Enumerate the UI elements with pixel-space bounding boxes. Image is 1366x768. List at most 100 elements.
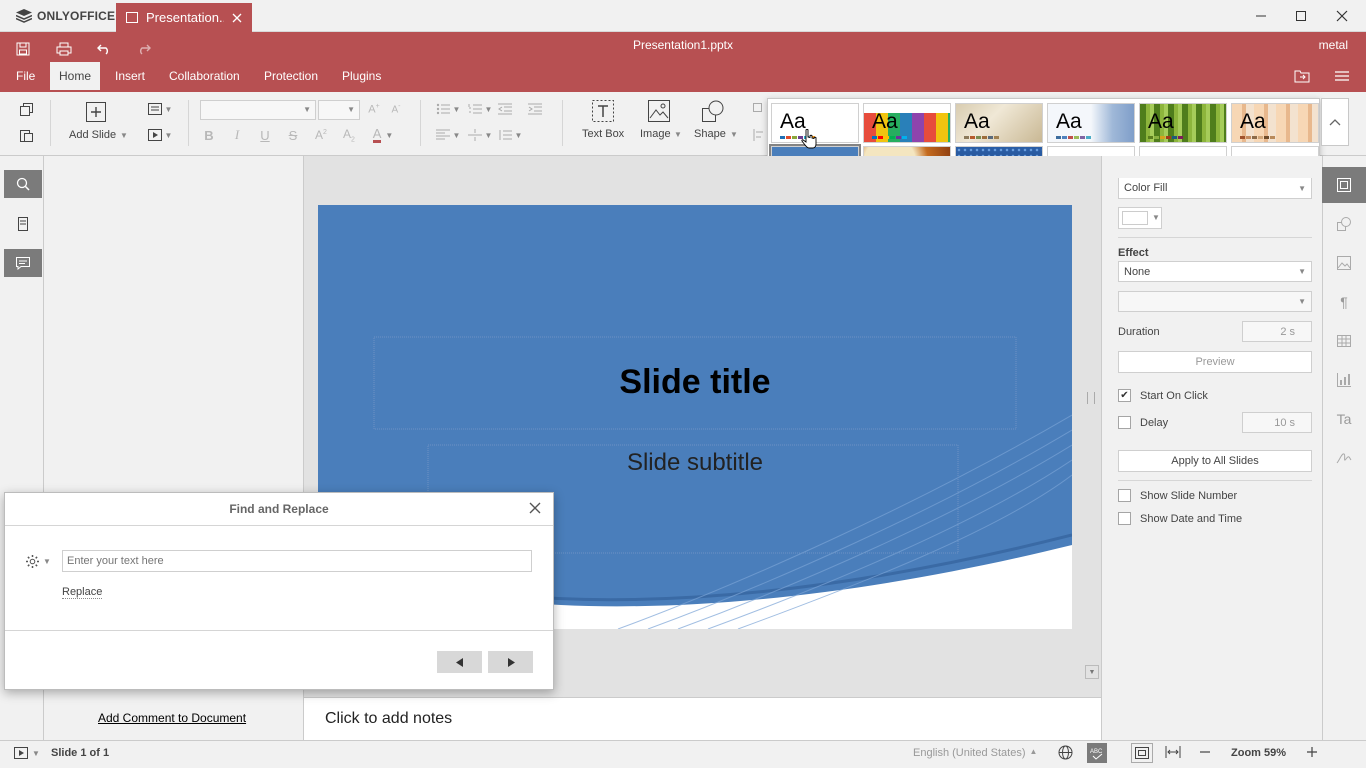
tab-collaboration[interactable]: Collaboration xyxy=(160,62,249,90)
slide-settings-button[interactable] xyxy=(1322,167,1366,203)
increase-indent-button[interactable] xyxy=(526,100,544,118)
image-settings-button[interactable] xyxy=(1322,245,1366,281)
change-layout-button[interactable]: ▼ xyxy=(146,100,174,118)
document-tab[interactable]: Presentation... xyxy=(116,3,252,32)
delay-checkbox[interactable]: Delay xyxy=(1118,416,1168,429)
theme-thumbnail[interactable]: Aa xyxy=(955,103,1043,143)
insert-text-box-button[interactable]: Text Box xyxy=(578,98,628,148)
effect-type-select[interactable]: ▼ xyxy=(1118,291,1312,312)
increase-font-icon: A+ xyxy=(368,102,380,116)
fit-to-slide-button[interactable] xyxy=(1131,743,1153,763)
preview-button[interactable]: Preview xyxy=(1118,351,1312,373)
zoom-out-button[interactable] xyxy=(1199,746,1213,760)
presentation-icon xyxy=(126,12,138,23)
tab-plugins[interactable]: Plugins xyxy=(333,62,390,90)
search-sidebar-button[interactable] xyxy=(4,170,42,198)
theme-color-swatches xyxy=(1240,136,1275,139)
theme-thumbnail[interactable]: Aa xyxy=(863,103,951,143)
align-shape-button[interactable] xyxy=(752,126,766,144)
vertical-align-button[interactable]: ▼ xyxy=(466,126,494,144)
horizontal-align-button[interactable]: ▼ xyxy=(434,126,462,144)
underline-button[interactable]: U xyxy=(256,126,274,144)
increase-font-button[interactable]: A+ xyxy=(366,100,382,118)
close-tab-icon[interactable] xyxy=(232,13,242,23)
line-spacing-button[interactable]: ▼ xyxy=(496,126,524,144)
decrease-indent-button[interactable] xyxy=(496,100,514,118)
tab-protection[interactable]: Protection xyxy=(255,62,327,90)
checkbox-icon xyxy=(1118,489,1131,502)
minimize-button[interactable] xyxy=(1240,0,1282,32)
insert-image-button[interactable]: Image ▼ xyxy=(638,98,686,148)
add-slide-button[interactable]: Add Slide ▼ xyxy=(62,100,132,148)
text-art-settings-button[interactable]: Ta xyxy=(1322,401,1366,437)
shape-settings-button[interactable] xyxy=(1322,206,1366,242)
notes-placeholder[interactable]: Click to add notes xyxy=(325,710,452,728)
arrow-right-icon xyxy=(507,657,515,667)
fit-to-width-button[interactable] xyxy=(1165,746,1183,760)
apply-to-all-slides-button[interactable]: Apply to All Slides xyxy=(1118,450,1312,472)
tab-file[interactable]: File xyxy=(7,62,44,90)
chevron-down-icon: ▼ xyxy=(1152,213,1160,222)
duration-spinner[interactable]: 2 s xyxy=(1242,321,1312,342)
maximize-button[interactable] xyxy=(1280,0,1322,32)
tab-insert[interactable]: Insert xyxy=(106,62,154,90)
play-slideshow-button[interactable]: ▼ xyxy=(14,747,40,759)
numbering-button[interactable]: ▼ xyxy=(466,100,494,118)
superscript-button[interactable]: A2 xyxy=(312,126,330,144)
start-slideshow-button[interactable]: ▼ xyxy=(146,126,174,144)
copy-button[interactable] xyxy=(16,100,36,118)
theme-thumbnail[interactable]: Aa xyxy=(1139,103,1227,143)
close-window-button[interactable] xyxy=(1321,0,1363,32)
signature-settings-button[interactable] xyxy=(1322,440,1366,476)
vertical-scrollbar-thumb[interactable] xyxy=(1087,392,1095,404)
tab-home[interactable]: Home xyxy=(50,62,101,90)
app-brand: ONLYOFFICE xyxy=(16,0,115,32)
replace-link[interactable]: Replace xyxy=(62,586,103,599)
effect-select[interactable]: None ▼ xyxy=(1118,261,1312,282)
search-options-button[interactable]: ▼ xyxy=(25,554,51,569)
add-comment-to-document-link[interactable]: Add Comment to Document xyxy=(98,711,246,725)
paragraph-settings-button[interactable]: ¶ xyxy=(1322,284,1366,320)
spell-check-button[interactable]: ABC xyxy=(1087,743,1107,763)
chart-settings-button[interactable] xyxy=(1322,362,1366,398)
comments-sidebar-button[interactable] xyxy=(4,249,42,277)
font-name-select[interactable]: ▼ xyxy=(200,100,316,120)
find-next-button[interactable] xyxy=(488,651,533,673)
show-slide-number-checkbox[interactable]: Show Slide Number xyxy=(1118,489,1237,502)
scroll-next-slide-button[interactable]: ▼ xyxy=(1085,665,1099,679)
italic-button[interactable]: I xyxy=(228,126,246,144)
set-document-language-button[interactable] xyxy=(1058,745,1074,761)
show-date-time-checkbox[interactable]: Show Date and Time xyxy=(1118,512,1242,525)
find-text-input[interactable] xyxy=(62,550,532,572)
slides-sidebar-button[interactable] xyxy=(4,210,42,238)
collapse-themes-button[interactable] xyxy=(1321,98,1349,146)
fill-type-select[interactable]: Color Fill ▼ xyxy=(1118,178,1312,199)
fill-color-picker[interactable]: ▼ xyxy=(1118,207,1162,229)
dialog-close-button[interactable] xyxy=(529,502,543,516)
font-color-button[interactable]: A ▼ xyxy=(368,126,398,144)
slide-title[interactable]: Slide title xyxy=(318,363,1072,402)
find-previous-button[interactable] xyxy=(437,651,482,673)
theme-thumbnail[interactable]: Aa xyxy=(1231,103,1319,143)
view-settings-button[interactable] xyxy=(1328,64,1356,88)
insert-shape-button[interactable]: Shape ▼ xyxy=(692,98,742,148)
app-header: Presentation1.pptx metal File Home Inser… xyxy=(0,32,1366,92)
language-select[interactable]: English (United States) ▲ xyxy=(913,747,1037,759)
decrease-font-button[interactable]: A- xyxy=(388,100,404,118)
paste-button[interactable] xyxy=(16,126,36,144)
bold-button[interactable]: B xyxy=(200,126,218,144)
delay-spinner[interactable]: 10 s xyxy=(1242,412,1312,433)
bullets-button[interactable]: ▼ xyxy=(434,100,462,118)
theme-color-swatch xyxy=(1068,136,1073,139)
open-file-location-button[interactable] xyxy=(1288,64,1316,88)
arrange-button[interactable] xyxy=(752,100,766,118)
zoom-in-button[interactable] xyxy=(1306,746,1320,760)
table-settings-button[interactable] xyxy=(1322,323,1366,359)
slide-subtitle[interactable]: Slide subtitle xyxy=(318,449,1072,477)
svg-text:ABC: ABC xyxy=(1090,749,1103,755)
theme-thumbnail[interactable]: Aa xyxy=(1047,103,1135,143)
strikethrough-button[interactable]: S xyxy=(284,126,302,144)
start-on-click-checkbox[interactable]: ✔ Start On Click xyxy=(1118,389,1208,402)
subscript-button[interactable]: A2 xyxy=(340,126,358,144)
font-size-select[interactable]: ▼ xyxy=(318,100,360,120)
